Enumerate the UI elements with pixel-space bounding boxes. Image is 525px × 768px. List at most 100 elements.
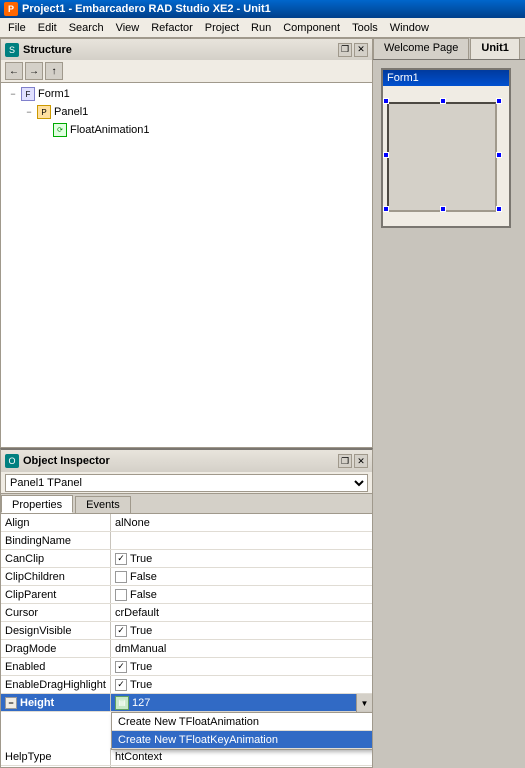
main-layout: S Structure ❐ ✕ ← → ↑ − F Form1 − P xyxy=(0,38,525,768)
prop-name-clipchildren: ClipChildren xyxy=(1,568,111,585)
expand-form1[interactable]: − xyxy=(5,86,21,102)
obj-inspector-restore-btn[interactable]: ❐ xyxy=(338,454,352,468)
structure-panel-header: S Structure ❐ ✕ xyxy=(0,38,373,60)
height-dropdown-btn[interactable]: ▼ xyxy=(356,694,372,712)
suggestion-create-floatanim[interactable]: Create New TFloatAnimation xyxy=(112,713,372,731)
tree-node-form1[interactable]: − F Form1 xyxy=(3,85,370,103)
obj-inspector-close-btn[interactable]: ✕ xyxy=(354,454,368,468)
prop-value-clipparent[interactable]: False xyxy=(111,586,372,603)
checkbox-clipchildren[interactable] xyxy=(115,571,127,583)
structure-title: Structure xyxy=(23,44,338,56)
structure-header-buttons: ❐ ✕ xyxy=(338,43,368,57)
menu-edit[interactable]: Edit xyxy=(32,20,63,36)
panel1-widget[interactable] xyxy=(387,102,497,212)
expand-panel1[interactable]: − xyxy=(21,104,37,120)
checkbox-canclip[interactable]: ✓ xyxy=(115,553,127,565)
menu-search[interactable]: Search xyxy=(63,20,110,36)
prop-value-enabledraghighlight[interactable]: ✓ True xyxy=(111,676,372,693)
obj-selector-dropdown[interactable]: Panel1 TPanel xyxy=(5,474,368,492)
structure-close-btn[interactable]: ✕ xyxy=(354,43,368,57)
prop-value-bindingname[interactable] xyxy=(111,532,372,549)
checkbox-clipparent[interactable] xyxy=(115,589,127,601)
menu-tools[interactable]: Tools xyxy=(346,20,384,36)
menu-project[interactable]: Project xyxy=(199,20,245,36)
prop-row-designvisible: DesignVisible ✓ True xyxy=(1,622,372,640)
form-window-title: Form1 xyxy=(387,72,419,84)
prop-row-dragmode: DragMode dmManual xyxy=(1,640,372,658)
checkbox-enabledraghighlight[interactable]: ✓ xyxy=(115,679,127,691)
obj-inspector-header: O Object Inspector ❐ ✕ xyxy=(1,450,372,472)
form1-icon: F xyxy=(21,87,35,101)
prop-name-helptype: HelpType xyxy=(1,748,111,765)
prop-row-clipparent: ClipParent False xyxy=(1,586,372,604)
obj-inspector-header-btns: ❐ ✕ xyxy=(338,454,368,468)
prop-value-canclip[interactable]: ✓ True xyxy=(111,550,372,567)
dropdown-suggestions: Create New TFloatAnimation Create New TF… xyxy=(111,712,372,750)
structure-fwd-btn[interactable]: → xyxy=(25,62,43,80)
suggestion-create-floatkeyanim[interactable]: Create New TFloatKeyAnimation xyxy=(112,731,372,749)
tab-unit1[interactable]: Unit1 xyxy=(470,38,520,59)
menu-window[interactable]: Window xyxy=(384,20,435,36)
handle-bl[interactable] xyxy=(383,206,389,212)
checkbox-designvisible[interactable]: ✓ xyxy=(115,625,127,637)
structure-back-btn[interactable]: ← xyxy=(5,62,23,80)
prop-value-height[interactable]: ▤ 127 ▼ xyxy=(111,694,372,711)
handle-tm[interactable] xyxy=(440,98,446,104)
checkbox-enabled[interactable]: ✓ xyxy=(115,661,127,673)
obj-inspector-icon: O xyxy=(5,454,19,468)
form-window: Form1 xyxy=(381,68,511,228)
inspector-tabs: Properties Events xyxy=(1,494,372,514)
handle-br[interactable] xyxy=(496,206,502,212)
tree-node-panel1[interactable]: − P Panel1 xyxy=(19,103,370,121)
menu-file[interactable]: File xyxy=(2,20,32,36)
prop-name-hittest: HitTest xyxy=(1,766,111,767)
prop-name-cursor: Cursor xyxy=(1,604,111,621)
menu-run[interactable]: Run xyxy=(245,20,277,36)
expand-height[interactable]: − xyxy=(5,697,17,709)
app-icon: P xyxy=(4,2,18,16)
structure-tree: − F Form1 − P Panel1 + ⟳ FloatAnimation1 xyxy=(0,82,373,448)
prop-row-align: Align alNone xyxy=(1,514,372,532)
handle-ml[interactable] xyxy=(383,152,389,158)
tab-events[interactable]: Events xyxy=(75,496,131,513)
tree-node-floatanim1[interactable]: + ⟳ FloatAnimation1 xyxy=(35,121,370,139)
handle-tl[interactable] xyxy=(383,98,389,104)
handle-tr[interactable] xyxy=(496,98,502,104)
prop-value-helptype[interactable]: htContext xyxy=(111,748,372,765)
handle-bm[interactable] xyxy=(440,206,446,212)
height-img: ▤ xyxy=(115,696,129,710)
tab-welcome-page[interactable]: Welcome Page xyxy=(373,38,469,59)
structure-up-btn[interactable]: ↑ xyxy=(45,62,63,80)
prop-row-clipchildren: ClipChildren False xyxy=(1,568,372,586)
prop-value-enabled[interactable]: ✓ True xyxy=(111,658,372,675)
menu-refactor[interactable]: Refactor xyxy=(145,20,199,36)
menu-view[interactable]: View xyxy=(110,20,146,36)
prop-row-helptype: HelpType htContext xyxy=(1,748,372,766)
prop-name-bindingname: BindingName xyxy=(1,532,111,549)
prop-value-dragmode[interactable]: dmManual xyxy=(111,640,372,657)
form-content[interactable] xyxy=(383,86,509,226)
form1-label: Form1 xyxy=(38,88,70,100)
prop-row-bindingname: BindingName xyxy=(1,532,372,550)
prop-name-enabled: Enabled xyxy=(1,658,111,675)
handle-mr[interactable] xyxy=(496,152,502,158)
menu-component[interactable]: Component xyxy=(277,20,346,36)
floatanim1-icon: ⟳ xyxy=(53,123,67,137)
prop-value-designvisible[interactable]: ✓ True xyxy=(111,622,372,639)
prop-name-height: − Height xyxy=(1,694,111,711)
prop-name-designvisible: DesignVisible xyxy=(1,622,111,639)
obj-selector[interactable]: Panel1 TPanel xyxy=(1,472,372,494)
structure-restore-btn[interactable]: ❐ xyxy=(338,43,352,57)
object-inspector: O Object Inspector ❐ ✕ Panel1 TPanel Pro… xyxy=(0,448,373,768)
panel1-icon: P xyxy=(37,105,51,119)
prop-value-align[interactable]: alNone xyxy=(111,514,372,531)
structure-icon: S xyxy=(5,43,19,57)
prop-value-hittest[interactable]: ✓ True xyxy=(111,766,372,767)
form-preview: Form1 xyxy=(373,60,525,768)
tab-properties[interactable]: Properties xyxy=(1,495,73,513)
menu-bar: File Edit Search View Refactor Project R… xyxy=(0,18,525,38)
prop-value-cursor[interactable]: crDefault xyxy=(111,604,372,621)
prop-value-clipchildren[interactable]: False xyxy=(111,568,372,585)
title-text: Project1 - Embarcadero RAD Studio XE2 - … xyxy=(22,3,271,15)
obj-inspector-title: Object Inspector xyxy=(23,455,338,467)
